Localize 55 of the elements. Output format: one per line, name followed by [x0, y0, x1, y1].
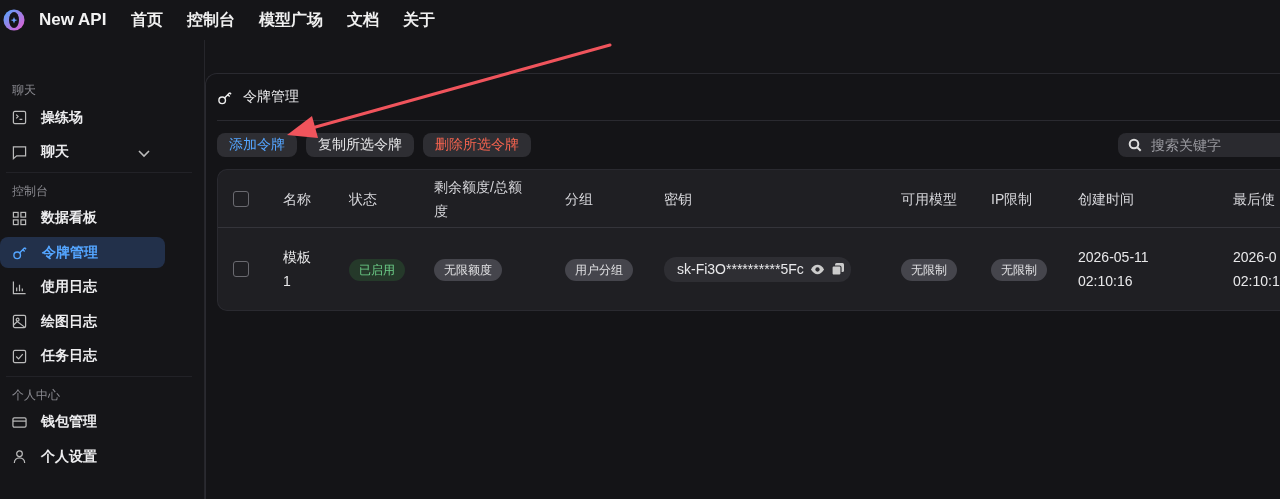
column-header: 创建时间 — [1077, 189, 1135, 209]
action-button[interactable]: 添加令牌 — [217, 133, 297, 157]
sidebar-item[interactable]: 聊天 — [0, 136, 165, 168]
card-icon — [12, 414, 27, 430]
action-button[interactable]: 复制所选令牌 — [306, 133, 414, 157]
sidebar-item[interactable]: 钱包管理 — [0, 406, 165, 438]
ip-limit-badge: 无限制 — [991, 259, 1047, 281]
sidebar-item[interactable]: 令牌管理 — [0, 237, 165, 268]
column-header: 分组 — [564, 189, 594, 209]
quota-badge: 无限额度 — [434, 259, 502, 281]
nav-link[interactable]: 控制台 — [187, 9, 236, 31]
brand-name: New API — [39, 10, 107, 30]
user-icon — [12, 449, 27, 464]
nav-link[interactable]: 关于 — [403, 9, 436, 31]
sidebar-item[interactable]: 数据看板 — [0, 202, 165, 234]
section-label: 控制台 — [11, 182, 49, 200]
last-used-time: 2026-0 02:10:1 — [1233, 248, 1280, 291]
bar-chart-icon — [12, 279, 27, 295]
chat-icon — [12, 144, 27, 160]
column-header: IP限制 — [990, 189, 1034, 209]
checkbox[interactable] — [233, 261, 249, 277]
group-badge: 用户分组 — [565, 259, 633, 281]
nav-link[interactable]: 文档 — [347, 9, 380, 31]
sidebar-item[interactable]: 操练场 — [0, 102, 165, 133]
model-limit-badge: 无限制 — [901, 259, 957, 281]
sidebar-item[interactable]: 个人设置 — [0, 441, 165, 472]
column-header: 可用模型 — [900, 189, 958, 209]
nav-link[interactable]: 首页 — [131, 9, 164, 31]
token-name: 模板 1 — [283, 248, 312, 291]
section-label: 聊天 — [11, 82, 37, 99]
nav-link[interactable]: 模型广场 — [259, 9, 324, 31]
sidebar-item[interactable]: 使用日志 — [0, 271, 165, 303]
column-header: 状态 — [348, 189, 378, 209]
status-badge: 已启用 — [349, 259, 405, 281]
checkbox-icon — [12, 348, 27, 364]
search-icon — [1128, 138, 1142, 152]
api-key-field: sk-Fi3O**********5Fc — [664, 256, 851, 282]
action-button[interactable]: 删除所选令牌 — [423, 133, 531, 157]
column-header: 剩余额度/总额度 — [433, 177, 523, 221]
column-header: 密钥 — [663, 189, 693, 209]
created-time: 2026-05-11 02:10:16 — [1078, 248, 1149, 291]
image-icon — [12, 314, 27, 329]
key-icon — [12, 245, 28, 260]
section-label: 个人中心 — [11, 386, 61, 404]
search-field[interactable]: 搜索关键字 — [1118, 133, 1280, 157]
copy-icon[interactable] — [830, 262, 845, 276]
column-header: 最后使 — [1232, 189, 1276, 209]
sidebar-item[interactable]: 任务日志 — [0, 340, 165, 372]
terminal-icon — [12, 110, 27, 125]
sidebar-item[interactable]: 绘图日志 — [0, 306, 165, 337]
panel-title: 令牌管理 — [243, 88, 299, 106]
column-header: 名称 — [282, 189, 312, 209]
checkbox[interactable] — [233, 190, 249, 207]
logo-icon — [3, 9, 25, 31]
grid-icon — [12, 210, 27, 226]
